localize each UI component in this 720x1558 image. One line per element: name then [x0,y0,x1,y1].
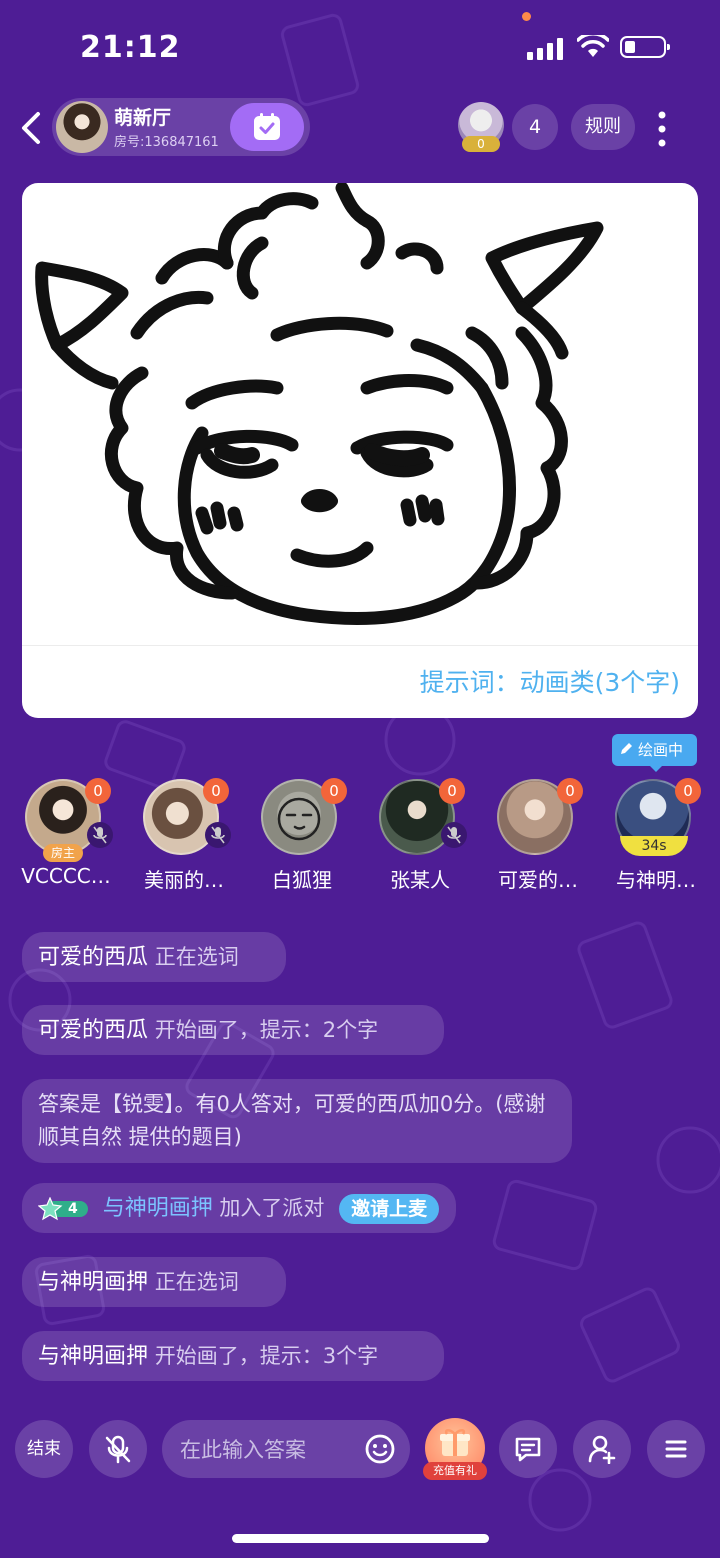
room-id: 房号:136847161 [114,135,219,150]
add-friend-button[interactable] [573,1420,631,1478]
player-score: 0 [439,778,465,804]
player-score: 0 [203,778,229,804]
recharge-gift-button[interactable]: 充值有礼 [423,1418,487,1480]
status-bar: 21:12 [0,0,720,95]
privacy-indicator-dot [522,12,531,21]
top-contributor-avatar[interactable]: 0 [458,102,504,152]
drawing-status-label: 绘画中 [638,741,684,759]
message-text: 开始画了，提示：3个字 [154,1344,379,1368]
message-text: 加入了派对 [219,1196,325,1220]
message-sender: 与神明画押 [38,1270,149,1295]
drawing-status-badge: 绘画中 [612,734,697,772]
player-name: VCCCC… [21,864,111,888]
player-seat[interactable]: 0 张某人 [361,776,479,896]
wifi-icon [577,35,609,57]
gift-box-icon [440,1429,470,1456]
mic-muted-icon [87,822,113,848]
room-name: 萌新厅 [114,107,172,129]
home-indicator [232,1534,489,1543]
player-name: 美丽的… [144,868,224,892]
pencil-icon [621,743,632,754]
drawing-canvas[interactable]: 提示词：动画类(3个字) [22,183,698,718]
word-hint: 提示词：动画类(3个字) [419,668,680,697]
player-name: 可爱的… [498,868,578,892]
sketch-drawing [35,183,604,625]
answer-input[interactable] [178,1430,362,1470]
battery-icon [620,36,670,58]
recharge-gift-label: 充值有礼 [423,1462,487,1480]
join-message: 4 与神明画押 加入了派对 邀请上麦 [22,1183,456,1233]
room-avatar [56,101,108,153]
add-user-icon [588,1435,616,1464]
message-text: 答案是【锐雯】。有0人答对，可爱的西瓜加0分。(感谢 顺其自然 提供的题目) [38,1092,546,1149]
message-sender: 可爱的西瓜 [38,1018,149,1043]
mic-off-icon [105,1435,131,1464]
answer-field[interactable] [162,1420,410,1478]
back-arrow-icon[interactable] [16,110,46,146]
message-text: 开始画了，提示：2个字 [154,1018,379,1042]
emoji-icon[interactable] [364,1433,396,1465]
calendar-check-icon [254,113,280,140]
message-text: 正在选词 [154,945,239,969]
menu-button[interactable] [647,1420,705,1478]
message-sender: 与神明画押 [38,1344,149,1369]
message-text: 正在选词 [154,1270,239,1294]
sign-in-button[interactable] [230,103,304,151]
online-count[interactable]: 4 [512,104,558,150]
canvas-divider [22,645,698,646]
player-name: 与神明… [616,868,696,892]
player-score: 0 [557,778,583,804]
player-score: 0 [675,778,701,804]
cellular-signal-icon [527,38,563,60]
rules-button[interactable]: 规则 [571,104,635,150]
invite-to-mic-button[interactable]: 邀请上麦 [339,1194,440,1224]
player-seat[interactable]: 34s 0 与神明… [597,776,715,896]
player-score: 0 [85,778,111,804]
room-info[interactable]: 萌新厅 房号:136847161 [52,98,310,156]
level-badge: 4 [37,1196,90,1221]
chat-bubble-icon [515,1437,541,1462]
mic-muted-icon [205,822,231,848]
player-score: 0 [321,778,347,804]
mic-toggle-button[interactable] [89,1420,147,1478]
system-message: 答案是【锐雯】。有0人答对，可爱的西瓜加0分。(感谢 顺其自然 提供的题目) [22,1079,572,1163]
player-seat[interactable]: 0 美丽的… [125,776,243,896]
level-number: 4 [68,1201,78,1217]
host-tag: 房主 [43,844,83,862]
hamburger-menu-icon [665,1440,687,1458]
chat-button[interactable] [499,1420,557,1478]
more-options-icon[interactable] [652,110,672,148]
chat-message: 可爱的西瓜 开始画了，提示：2个字 [22,1005,444,1055]
chat-message: 可爱的西瓜 正在选词 [22,932,286,982]
end-game-button[interactable]: 结束 [15,1420,73,1478]
player-seat[interactable]: 0 可爱的… [479,776,597,896]
message-sender: 与神明画押 [102,1196,213,1221]
draw-timer: 34s [620,836,688,856]
player-name: 张某人 [390,868,450,892]
player-seat[interactable]: 0 房主 VCCCC… [7,776,125,896]
status-time: 21:12 [80,30,181,65]
contributor-badge: 0 [462,136,500,152]
player-seat[interactable]: 0 白狐狸 [243,776,361,896]
player-name: 白狐狸 [272,868,332,892]
chat-message: 与神明画押 开始画了，提示：3个字 [22,1331,444,1381]
message-sender: 可爱的西瓜 [38,945,149,970]
mic-muted-icon [441,822,467,848]
chat-message: 与神明画押 正在选词 [22,1257,286,1307]
